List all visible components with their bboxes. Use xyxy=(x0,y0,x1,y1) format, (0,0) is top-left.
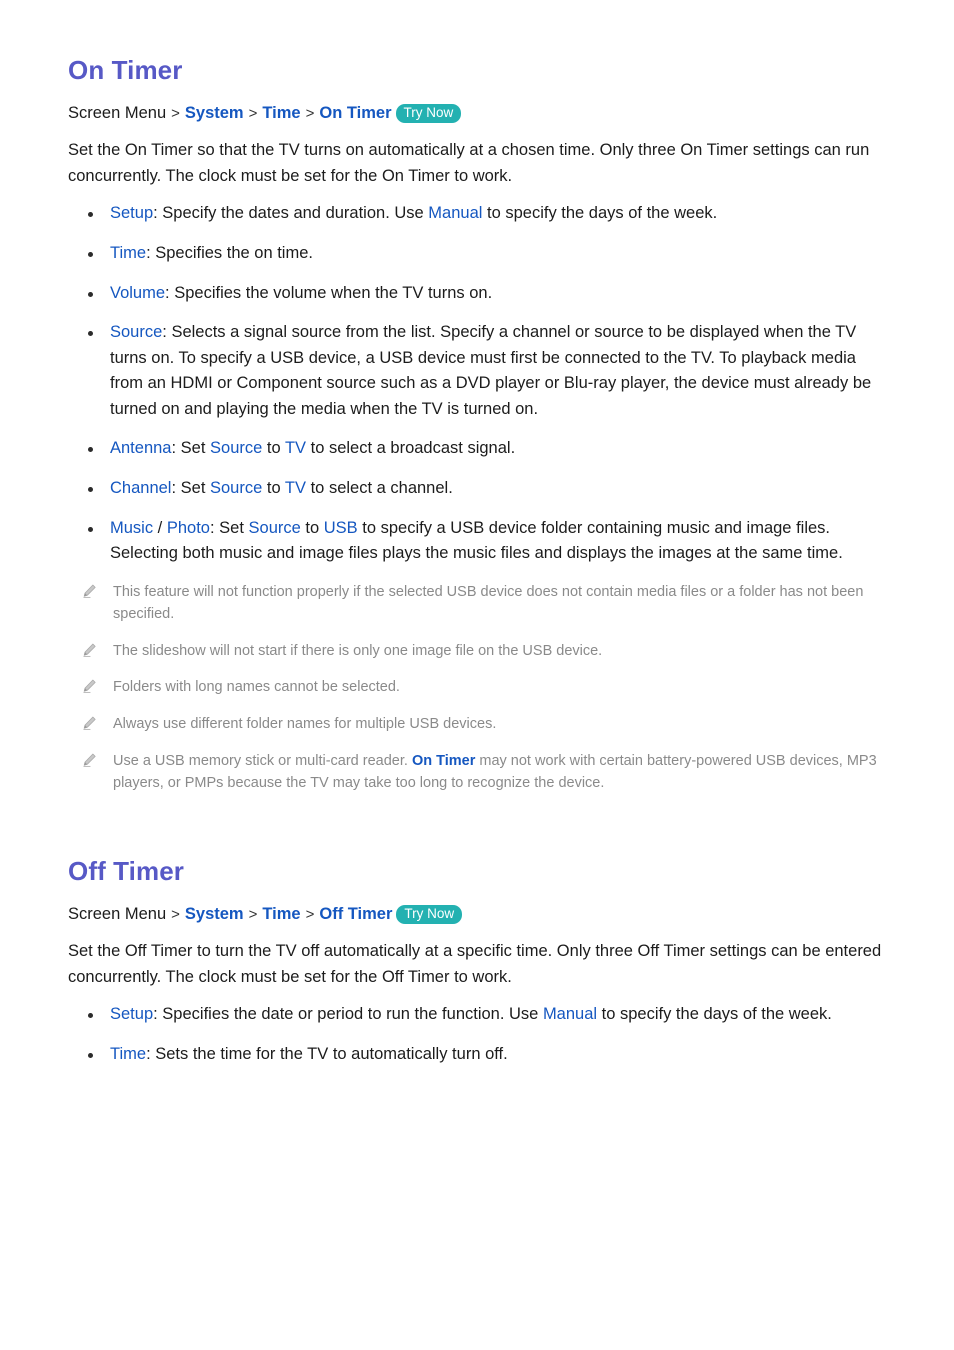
inline-text: This feature will not function properly … xyxy=(113,583,864,623)
inline-text: to xyxy=(300,518,324,537)
inline-keyword: Setup xyxy=(110,1005,154,1024)
page-title: On Timer xyxy=(68,55,183,85)
inline-keyword: Photo xyxy=(166,518,210,537)
inline-text: to xyxy=(262,478,285,497)
breadcrumb-separator-icon: > xyxy=(305,104,315,122)
doc-section: On Timer Screen Menu > System > Time > On Timer… xyxy=(68,56,888,795)
inline-text: : Selects a signal source from the list.… xyxy=(110,323,872,418)
breadcrumb-link[interactable]: System xyxy=(185,104,244,122)
inline-keyword: USB xyxy=(323,518,358,537)
pencil-icon xyxy=(82,642,97,658)
inline-text: : Specifies the volume when the TV turns… xyxy=(165,283,493,302)
pencil-icon xyxy=(82,715,97,731)
breadcrumb-root: Screen Menu xyxy=(68,103,167,122)
inline-text: Use a USB memory stick or multi-card rea… xyxy=(113,752,412,769)
feature-bullet-list: Setup: Specifies the date or period to r… xyxy=(68,1002,888,1067)
breadcrumb: Screen Menu > System > Time > Off Timer Try Now xyxy=(68,902,888,927)
inline-keyword: Manual xyxy=(428,204,483,223)
inline-keyword: Source xyxy=(210,478,263,497)
note-item: This feature will not function properly … xyxy=(68,581,888,626)
list-item: Time: Specifies the on time. xyxy=(68,241,888,267)
list-item: Volume: Specifies the volume when the TV… xyxy=(68,281,888,307)
inline-keyword: TV xyxy=(284,478,307,497)
breadcrumb-separator-icon: > xyxy=(248,104,258,122)
breadcrumb-link[interactable]: System xyxy=(185,905,244,923)
inline-keyword: Setup xyxy=(110,204,154,223)
doc-section: Off Timer Screen Menu > System > Time > Off Tim… xyxy=(68,857,888,1068)
inline-text: : Set xyxy=(171,439,211,458)
inline-keyword: Channel xyxy=(110,478,172,497)
breadcrumb-separator-icon: > xyxy=(305,905,315,923)
note-item: The slideshow will not start if there is… xyxy=(68,640,888,663)
try-now-badge[interactable]: Try Now xyxy=(396,904,463,925)
list-item: Time: Sets the time for the TV to automa… xyxy=(68,1042,888,1068)
sections-container: On Timer Screen Menu > System > Time > On Timer… xyxy=(68,56,888,1068)
inline-text: to specify the days of the week. xyxy=(482,204,718,223)
inline-text: : Specifies the date or period to run th… xyxy=(153,1005,543,1024)
breadcrumb-separator-icon: > xyxy=(171,104,180,122)
list-item: Source: Selects a signal source from the… xyxy=(68,320,888,422)
note-list: This feature will not function properly … xyxy=(68,581,888,795)
breadcrumb-separator-icon: > xyxy=(248,905,258,923)
inline-text: : Set xyxy=(171,478,210,497)
note-item: Folders with long names cannot be select… xyxy=(68,676,888,699)
inline-keyword: Source xyxy=(210,439,263,458)
document-page: On Timer Screen Menu > System > Time > On Timer… xyxy=(0,0,954,1350)
breadcrumb-root: Screen Menu xyxy=(68,904,167,923)
breadcrumb-link[interactable]: Time xyxy=(262,905,300,923)
section-intro-paragraph: Set the On Timer so that the TV turns on… xyxy=(68,141,870,186)
list-item: Music / Photo: Set Source to USB to spec… xyxy=(68,516,888,567)
pencil-icon xyxy=(82,752,97,768)
inline-keyword: Time xyxy=(110,1044,147,1063)
inline-text: to select a broadcast signal. xyxy=(306,439,516,458)
list-item: Antenna: Set Source to TV to select a br… xyxy=(68,436,888,462)
breadcrumb-link[interactable]: Time xyxy=(262,104,300,122)
inline-keyword: Source xyxy=(248,518,301,537)
inline-text: to xyxy=(262,439,285,458)
list-item: Channel: Set Source to TV to select a ch… xyxy=(68,476,888,502)
inline-keyword: Time xyxy=(110,244,147,263)
feature-bullet-list: Setup: Specify the dates and duration. U… xyxy=(68,201,888,566)
inline-keyword: Volume xyxy=(110,283,166,302)
inline-text: : Specifies the on time. xyxy=(146,244,313,263)
breadcrumb-link[interactable]: Off Timer xyxy=(319,905,392,923)
pencil-icon xyxy=(82,678,97,694)
inline-text: / xyxy=(153,518,167,537)
inline-keyword: TV xyxy=(284,439,307,458)
inline-keyword: Music xyxy=(110,518,154,537)
note-item: Always use different folder names for mu… xyxy=(68,713,888,736)
inline-text: : Specify the dates and duration. Use xyxy=(153,204,429,223)
inline-text: Always use different folder names for mu… xyxy=(113,716,497,733)
breadcrumb-separator-icon: > xyxy=(171,905,180,923)
try-now-badge[interactable]: Try Now xyxy=(395,103,462,124)
inline-text: The slideshow will not start if there is… xyxy=(113,642,603,659)
inline-text: : Sets the time for the TV to automatica… xyxy=(146,1044,508,1063)
inline-keyword: Manual xyxy=(542,1005,598,1024)
breadcrumb: Screen Menu > System > Time > On Timer Try Now xyxy=(68,101,888,126)
list-item: Setup: Specifies the date or period to r… xyxy=(68,1002,888,1028)
breadcrumb-link[interactable]: On Timer xyxy=(319,104,391,122)
inline-text: : Set xyxy=(209,518,249,537)
note-item: Use a USB memory stick or multi-card rea… xyxy=(68,750,888,795)
inline-text: Folders with long names cannot be select… xyxy=(113,679,400,696)
inline-text: to select a channel. xyxy=(306,478,453,497)
inline-keyword: On Timer xyxy=(411,752,476,769)
inline-text: to specify the days of the week. xyxy=(597,1005,832,1024)
inline-keyword: Source xyxy=(110,323,163,342)
list-item: Setup: Specify the dates and duration. U… xyxy=(68,201,888,227)
section-intro-paragraph: Set the Off Timer to turn the TV off aut… xyxy=(68,942,882,987)
inline-keyword: Antenna xyxy=(110,439,172,458)
pencil-icon xyxy=(82,583,97,599)
page-title: Off Timer xyxy=(68,855,184,886)
